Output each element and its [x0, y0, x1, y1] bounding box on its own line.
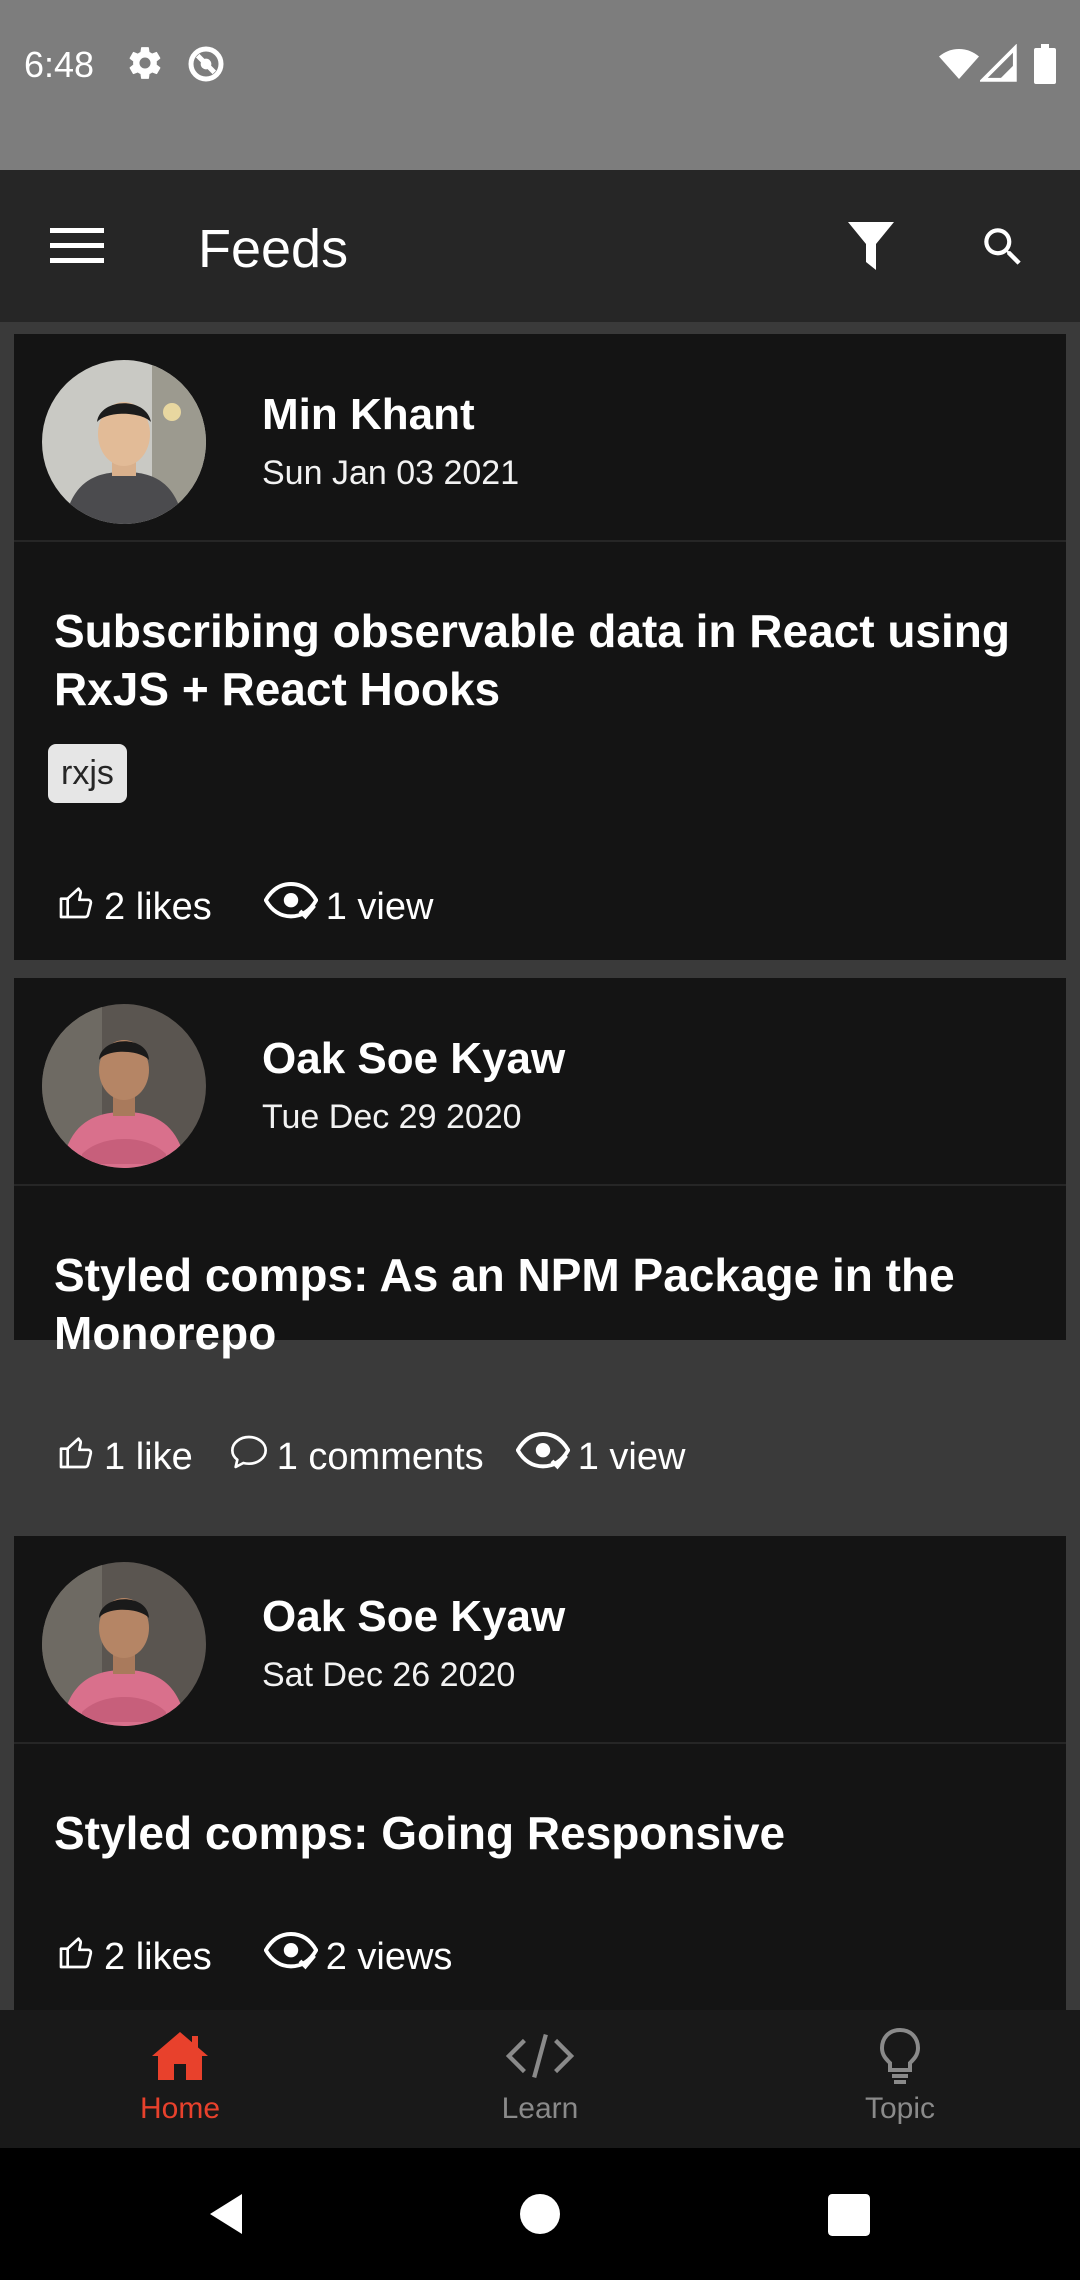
post-body[interactable]: Styled comps: As an NPM Package in the M…	[14, 1186, 1066, 1362]
post-card[interactable]: Oak Soe Kyaw Tue Dec 29 2020 Styled comp…	[14, 978, 1066, 1478]
system-navigation-bar	[0, 2148, 1080, 2280]
author-name[interactable]: Oak Soe Kyaw	[262, 1592, 565, 1642]
post-date: Sat Dec 26 2020	[262, 1656, 516, 1694]
comments-count: 1 comments	[276, 1435, 484, 1478]
page-title: Feeds	[198, 219, 349, 279]
views-count: 1 view	[577, 1435, 686, 1478]
post-stats: 2 likes 2 views	[56, 1932, 504, 1982]
filter-icon[interactable]	[848, 222, 894, 277]
home-icon	[0, 2028, 360, 2084]
post-body[interactable]: Subscribing observable data in React usi…	[14, 542, 1066, 803]
eye-check-icon	[263, 882, 326, 932]
lightbulb-icon	[720, 2028, 1080, 2084]
like-button[interactable]: 1 like	[56, 1432, 193, 1482]
views-count: 2 views	[325, 1935, 453, 1978]
views-stat: 1 view	[263, 882, 434, 932]
status-time: 6:48	[24, 44, 95, 85]
wifi-icon	[938, 44, 980, 89]
post-stats: 2 likes 1 view	[56, 882, 485, 932]
nav-topic[interactable]: Topic	[720, 2010, 1080, 2148]
back-icon[interactable]	[206, 2192, 246, 2241]
post-title[interactable]: Styled comps: As an NPM Package in the M…	[54, 1246, 1026, 1362]
post-card[interactable]: Oak Soe Kyaw Sat Dec 26 2020 Styled comp…	[14, 1536, 1066, 2010]
avatar[interactable]	[42, 1004, 206, 1168]
author-name[interactable]: Min Khant	[262, 390, 475, 440]
nav-learn[interactable]: Learn	[360, 2010, 720, 2148]
avatar[interactable]	[42, 360, 206, 524]
views-stat: 2 views	[263, 1932, 453, 1982]
thumbs-up-icon	[56, 1932, 104, 1982]
nav-label-learn: Learn	[501, 2092, 579, 2125]
thumbs-up-icon	[56, 1432, 104, 1482]
bottom-navigation: Home Learn Topic	[0, 2010, 1080, 2148]
post-header: Oak Soe Kyaw Tue Dec 29 2020	[14, 978, 1066, 1186]
post-date: Sun Jan 03 2021	[262, 454, 520, 492]
menu-icon[interactable]	[50, 228, 104, 269]
post-stats: 1 like 1 comments 1 view	[56, 1432, 737, 1482]
signal-icon	[978, 43, 1018, 89]
post-header: Min Khant Sun Jan 03 2021	[14, 334, 1066, 542]
tag-chip[interactable]: rxjs	[48, 744, 127, 803]
post-date: Tue Dec 29 2020	[262, 1098, 522, 1136]
post-title[interactable]: Subscribing observable data in React usi…	[54, 602, 1026, 718]
nav-label-topic: Topic	[864, 2092, 936, 2125]
battery-icon	[1034, 44, 1056, 89]
views-count: 1 view	[325, 885, 434, 928]
post-header: Oak Soe Kyaw Sat Dec 26 2020	[14, 1536, 1066, 1744]
app-bar: Feeds	[0, 170, 1080, 322]
views-stat: 1 view	[515, 1432, 686, 1482]
comment-icon	[229, 1432, 277, 1482]
like-button[interactable]: 2 likes	[56, 1932, 212, 1982]
eye-check-icon	[515, 1432, 578, 1482]
post-title[interactable]: Styled comps: Going Responsive	[54, 1804, 1026, 1862]
likes-count: 2 likes	[104, 1935, 212, 1978]
post-body[interactable]: Styled comps: Going Responsive	[14, 1744, 1066, 1862]
status-bar: 6:48	[0, 0, 1080, 170]
comments-button[interactable]: 1 comments	[229, 1432, 484, 1482]
feed-list[interactable]: Min Khant Sun Jan 03 2021 Subscribing ob…	[0, 322, 1080, 2010]
like-button[interactable]: 2 likes	[56, 882, 212, 932]
do-not-disturb-icon	[186, 44, 226, 89]
code-icon	[360, 2028, 720, 2084]
likes-count: 1 like	[104, 1435, 193, 1478]
likes-count: 2 likes	[104, 885, 212, 928]
gear-icon	[126, 44, 164, 87]
eye-check-icon	[263, 1932, 326, 1982]
recents-icon[interactable]	[828, 2194, 870, 2241]
nav-home[interactable]: Home	[0, 2010, 360, 2148]
avatar[interactable]	[42, 1562, 206, 1726]
nav-label-home: Home	[139, 2092, 221, 2125]
thumbs-up-icon	[56, 882, 104, 932]
author-name[interactable]: Oak Soe Kyaw	[262, 1034, 565, 1084]
search-icon[interactable]	[978, 222, 1028, 277]
home-circle-icon[interactable]	[518, 2192, 562, 2241]
post-card[interactable]: Min Khant Sun Jan 03 2021 Subscribing ob…	[14, 334, 1066, 960]
